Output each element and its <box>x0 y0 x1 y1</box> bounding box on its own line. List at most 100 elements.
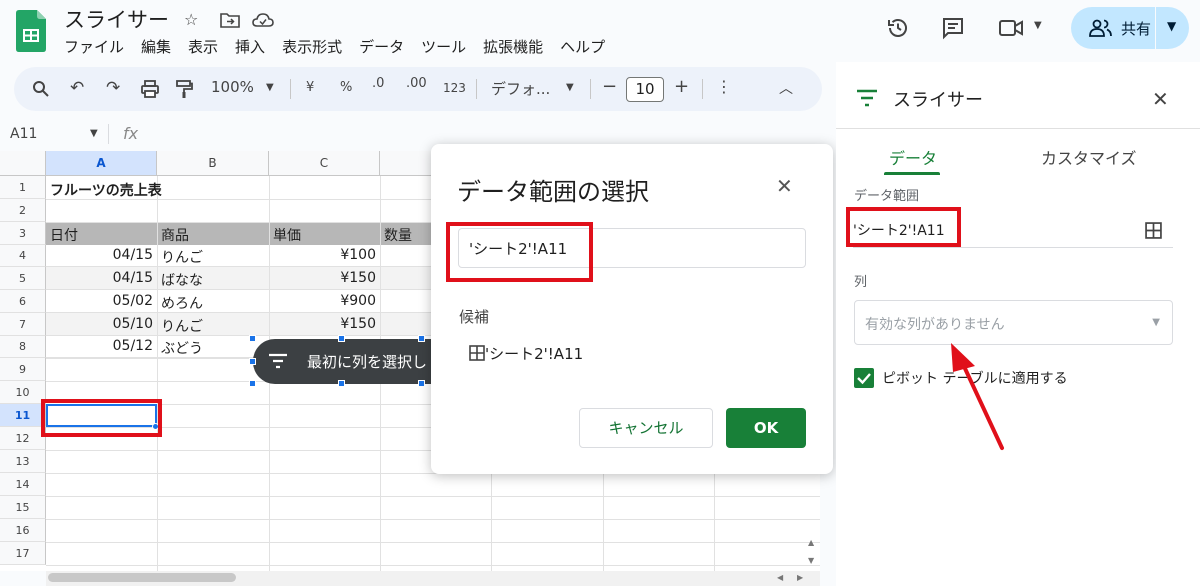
price-cell[interactable]: ¥150 <box>269 316 376 332</box>
ok-button[interactable]: OK <box>726 408 806 448</box>
share-dropdown-icon[interactable]: ▼ <box>1167 19 1176 33</box>
row-header[interactable]: 11 <box>0 404 46 427</box>
column-select[interactable]: 有効な列がありません ▼ <box>854 300 1173 345</box>
header-cell[interactable]: 単価 <box>273 225 301 245</box>
row-header[interactable]: 1 <box>0 176 46 199</box>
resize-handle[interactable] <box>249 380 256 387</box>
row-header[interactable]: 15 <box>0 496 46 519</box>
share-button[interactable]: 共有 ▼ <box>1071 7 1189 49</box>
row-header[interactable]: 14 <box>0 473 46 496</box>
resize-handle[interactable] <box>249 335 256 342</box>
product-cell[interactable]: めろん <box>161 293 203 313</box>
scroll-right-icon[interactable]: ▶ <box>797 573 803 582</box>
menu-view[interactable]: 表示 <box>188 36 218 57</box>
percent-format-button[interactable]: % <box>340 80 352 95</box>
close-icon[interactable]: ✕ <box>1152 87 1169 111</box>
undo-icon[interactable]: ↶ <box>70 78 84 98</box>
comments-icon[interactable] <box>941 16 965 40</box>
resize-handle[interactable] <box>338 380 345 387</box>
zoom-select[interactable]: 100% <box>211 78 254 96</box>
move-folder-icon[interactable] <box>220 12 240 28</box>
menu-data[interactable]: データ <box>359 36 404 57</box>
row-header[interactable]: 10 <box>0 381 46 404</box>
resize-handle[interactable] <box>418 335 425 342</box>
scroll-up-icon[interactable]: ▲ <box>808 538 814 547</box>
font-caret-icon[interactable]: ▼ <box>566 82 574 93</box>
header-cell[interactable]: 日付 <box>50 225 78 245</box>
date-cell[interactable]: 05/12 <box>46 338 153 354</box>
zoom-caret-icon[interactable]: ▼ <box>266 82 274 93</box>
scrollbar-thumb[interactable] <box>48 573 236 582</box>
close-icon[interactable]: ✕ <box>776 174 793 198</box>
document-title[interactable]: スライサー <box>64 4 169 34</box>
menu-edit[interactable]: 編集 <box>141 36 171 57</box>
menu-file[interactable]: ファイル <box>64 36 124 57</box>
menu-extensions[interactable]: 拡張機能 <box>483 36 543 57</box>
price-cell[interactable]: ¥100 <box>269 247 376 263</box>
date-cell[interactable]: 05/02 <box>46 293 153 309</box>
date-cell[interactable]: 04/15 <box>46 247 153 263</box>
row-header[interactable]: 4 <box>0 245 46 267</box>
increase-decimal-button[interactable]: .00 <box>406 76 427 91</box>
pivot-checkbox[interactable] <box>854 368 874 388</box>
scroll-left-icon[interactable]: ◀ <box>777 573 783 582</box>
sheet-title-cell[interactable]: フルーツの売上表 <box>50 180 162 200</box>
currency-format-button[interactable]: ¥ <box>306 80 314 95</box>
date-cell[interactable]: 05/10 <box>46 316 153 332</box>
price-cell[interactable]: ¥900 <box>269 293 376 309</box>
row-header[interactable]: 7 <box>0 313 46 336</box>
slicer-chip[interactable]: 最初に列を選択し <box>253 339 433 384</box>
cloud-status-icon[interactable] <box>252 12 274 28</box>
resize-handle[interactable] <box>418 380 425 387</box>
name-box-caret-icon[interactable]: ▼ <box>90 128 98 139</box>
select-all-corner[interactable] <box>0 151 46 176</box>
row-header[interactable]: 6 <box>0 290 46 313</box>
paint-format-icon[interactable] <box>175 79 193 99</box>
row-header[interactable]: 17 <box>0 542 46 565</box>
resize-handle[interactable] <box>249 358 256 365</box>
meet-icon[interactable] <box>998 16 1026 40</box>
more-options-icon[interactable]: ⋮ <box>716 77 732 96</box>
menu-format[interactable]: 表示形式 <box>282 36 342 57</box>
cancel-button[interactable]: キャンセル <box>579 408 713 448</box>
header-cell[interactable]: 数量 <box>384 225 412 245</box>
star-icon[interactable]: ☆ <box>184 10 198 29</box>
tab-data[interactable]: データ <box>889 145 937 169</box>
select-range-icon[interactable] <box>1145 222 1162 239</box>
increase-font-size-button[interactable]: + <box>674 76 689 97</box>
date-cell[interactable]: 04/15 <box>46 270 153 286</box>
search-menus-icon[interactable] <box>32 80 50 98</box>
row-header[interactable]: 8 <box>0 336 46 358</box>
decrease-decimal-button[interactable]: .0 <box>372 76 384 91</box>
collapse-toolbar-icon[interactable]: ︿ <box>779 78 793 98</box>
meet-caret-icon[interactable]: ▼ <box>1034 20 1042 31</box>
sheets-logo-icon[interactable] <box>16 10 46 52</box>
product-cell[interactable]: りんご <box>161 247 203 267</box>
name-box[interactable]: A11 <box>10 126 37 142</box>
decrease-font-size-button[interactable]: − <box>602 76 617 97</box>
menu-help[interactable]: ヘルプ <box>560 36 605 57</box>
header-cell[interactable]: 商品 <box>161 225 189 245</box>
column-header[interactable]: C <box>269 151 380 176</box>
row-header[interactable]: 12 <box>0 427 46 450</box>
product-cell[interactable]: ばなな <box>161 270 203 290</box>
product-cell[interactable]: りんご <box>161 316 203 336</box>
row-header[interactable]: 13 <box>0 450 46 473</box>
price-cell[interactable]: ¥150 <box>269 270 376 286</box>
row-header[interactable]: 9 <box>0 358 46 381</box>
tab-customize[interactable]: カスタマイズ <box>1041 145 1137 169</box>
number-format-button[interactable]: 123 <box>443 81 466 95</box>
row-header[interactable]: 5 <box>0 267 46 290</box>
menu-insert[interactable]: 挿入 <box>235 36 265 57</box>
font-select[interactable]: デフォ... <box>491 78 550 99</box>
scroll-down-icon[interactable]: ▼ <box>808 556 814 565</box>
font-size-input[interactable]: 10 <box>626 77 664 102</box>
menu-tools[interactable]: ツール <box>421 36 466 57</box>
print-icon[interactable] <box>140 79 160 99</box>
product-cell[interactable]: ぶどう <box>161 338 203 358</box>
row-header[interactable]: 3 <box>0 222 46 245</box>
row-header[interactable]: 2 <box>0 199 46 222</box>
redo-icon[interactable]: ↷ <box>106 78 120 98</box>
resize-handle[interactable] <box>338 335 345 342</box>
candidate-item[interactable]: 'シート2'!A11 <box>469 343 583 364</box>
